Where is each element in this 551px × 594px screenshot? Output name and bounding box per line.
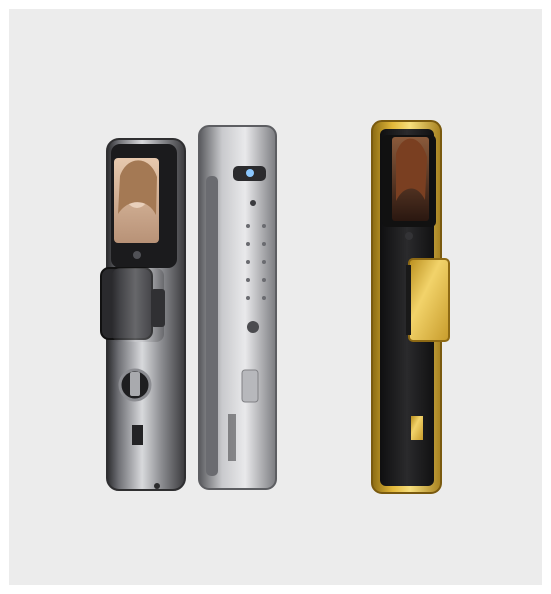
fingerprint-icon <box>405 232 413 240</box>
product-photo <box>100 120 450 494</box>
keyhole <box>411 416 423 440</box>
lock-front-gold <box>371 120 450 494</box>
lock-front-chrome <box>100 138 186 491</box>
handle <box>408 258 450 342</box>
lock-side-chrome <box>198 125 277 490</box>
photo-frame <box>0 0 551 594</box>
fingerprint-icon <box>133 251 141 259</box>
